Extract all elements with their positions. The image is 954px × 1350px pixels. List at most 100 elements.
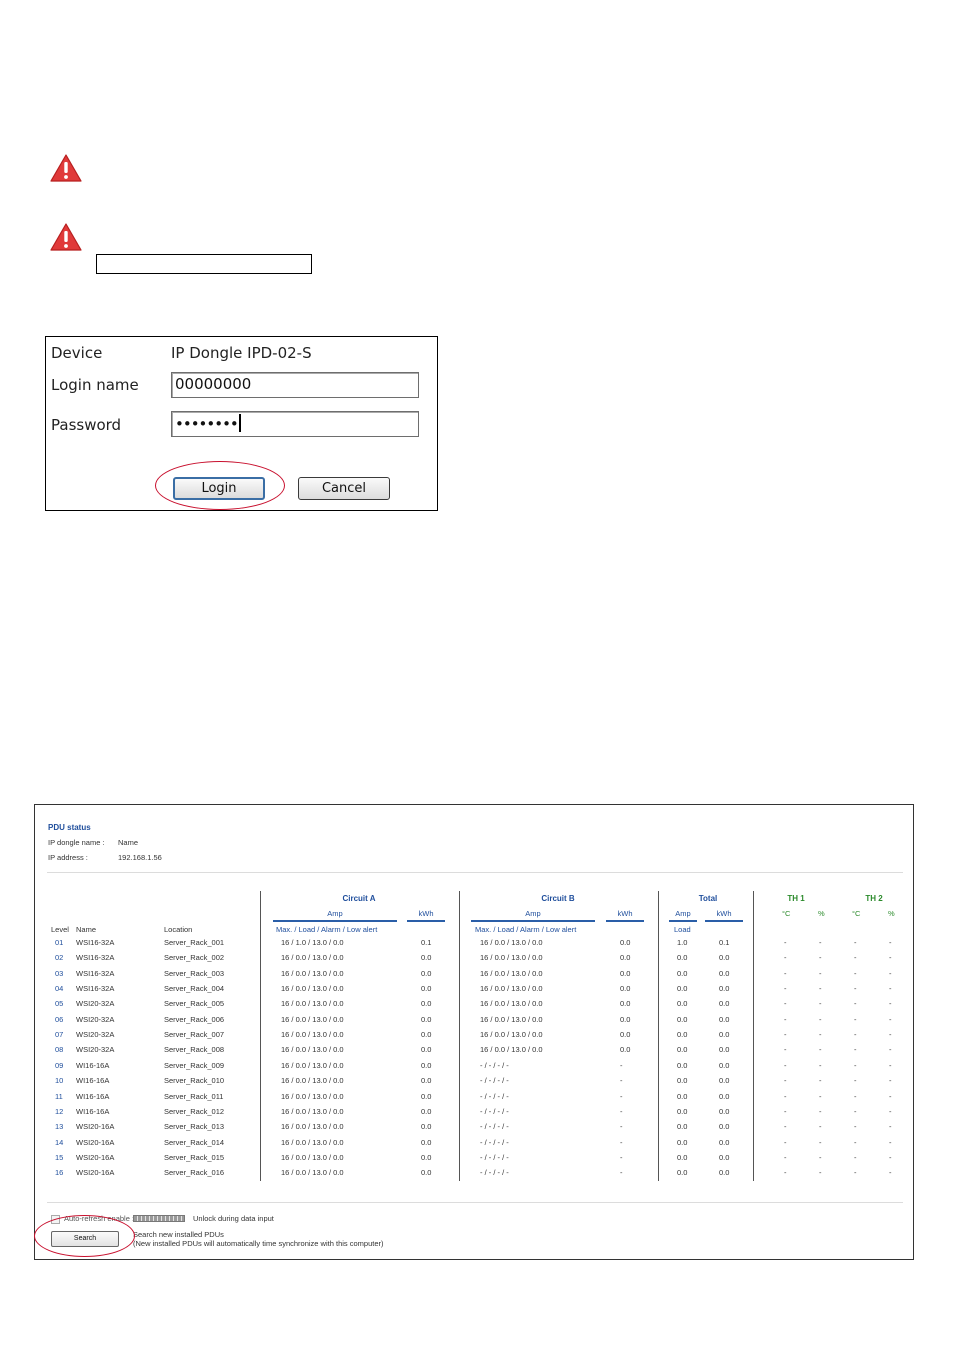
cell-circuit-a-kwh: 0.0 [421, 1014, 432, 1024]
cell-th1: - [819, 938, 822, 947]
cell-level: 04 [55, 984, 64, 994]
underline [273, 920, 397, 922]
cell-circuit-a-kwh: 0.0 [421, 1045, 432, 1055]
cell-circuit-a: 16 / 0.0 / 13.0 / 0.0 [281, 1014, 344, 1024]
cell-th2: - [889, 938, 892, 947]
cell-th2: - [889, 1152, 892, 1162]
cell-th2: - [854, 1122, 857, 1132]
login-highlight-ellipse [155, 461, 285, 510]
cell-th2: - [854, 1045, 857, 1055]
cell-circuit-a-kwh: 0.0 [421, 968, 432, 978]
cell-level: 15 [55, 1152, 64, 1162]
cell-th1: - [819, 1030, 822, 1040]
cell-circuit-b: - / - / - / - [480, 1106, 509, 1116]
cell-name: WSI20-16A [76, 1168, 115, 1178]
table-row: 04 WSI16-32A Server_Rack_004 16 / 0.0 / 13.… [35, 984, 915, 999]
cell-th2: - [854, 1168, 857, 1178]
cell-level: 06 [55, 1014, 64, 1024]
cell-circuit-a-kwh: 0.0 [421, 1168, 432, 1178]
cell-circuit-b-kwh: - [620, 1091, 623, 1101]
text-caret [238, 414, 241, 432]
cell-total-load: 0.0 [677, 984, 688, 994]
table-row: 01 WSI16-32A Server_Rack_001 16 / 1.0 / 13.… [35, 938, 915, 953]
cell-th1: - [819, 1076, 822, 1086]
cell-circuit-b-kwh: 0.0 [620, 1045, 631, 1055]
ip-address-value: 192.168.1.56 [118, 853, 162, 862]
total-header: Total [698, 894, 718, 903]
th1-celsius: °C [782, 909, 791, 918]
cell-th1: - [784, 1122, 787, 1132]
cell-circuit-a-kwh: 0.0 [421, 1106, 432, 1116]
cell-name: WSI16-32A [76, 938, 115, 947]
cell-th2: - [854, 1091, 857, 1101]
cell-th1: - [784, 1152, 787, 1162]
cell-circuit-a: 16 / 0.0 / 13.0 / 0.0 [281, 953, 344, 963]
cell-th1: - [784, 968, 787, 978]
cell-total-kwh: 0.0 [719, 1076, 730, 1086]
cell-circuit-a-kwh: 0.0 [421, 1030, 432, 1040]
cell-total-kwh: 0.0 [719, 1091, 730, 1101]
cell-th1: - [819, 1045, 822, 1055]
cell-total-load: 0.0 [677, 1030, 688, 1040]
cell-th2: - [889, 968, 892, 978]
cell-th2: - [854, 984, 857, 994]
cell-total-kwh: 0.0 [719, 1122, 730, 1132]
unlock-text: Unlock during data input [193, 1214, 274, 1223]
cell-location: Server_Rack_015 [164, 1152, 225, 1162]
empty-box [96, 254, 312, 274]
cell-th2: - [854, 1137, 857, 1147]
cell-circuit-a-kwh: 0.0 [421, 999, 432, 1009]
cell-level: 14 [55, 1137, 64, 1147]
ip-address-label: IP address : [48, 853, 88, 862]
password-input[interactable]: •••••••• [171, 411, 419, 437]
cell-circuit-a: 16 / 0.0 / 13.0 / 0.0 [281, 999, 344, 1009]
cell-th1: - [784, 1060, 787, 1070]
cell-name: WI16-16A [76, 1106, 110, 1116]
cell-circuit-b-kwh: - [620, 1076, 623, 1086]
cell-circuit-b-kwh: 0.0 [620, 938, 631, 947]
cell-name: WI16-16A [76, 1060, 110, 1070]
cell-th2: - [889, 953, 892, 963]
cell-location: Server_Rack_006 [164, 1014, 225, 1024]
cell-th1: - [784, 953, 787, 963]
cell-total-kwh: 0.0 [719, 1060, 730, 1070]
total-amp: Amp [675, 909, 691, 918]
cell-th2: - [889, 1030, 892, 1040]
th1-header: TH 1 [787, 894, 805, 903]
circuit-a-header: Circuit A [342, 894, 376, 903]
cell-level: 12 [55, 1106, 64, 1116]
cell-th1: - [784, 984, 787, 994]
cell-th1: - [819, 1091, 822, 1101]
pdu-status-title: PDU status [48, 823, 91, 832]
cancel-button[interactable]: Cancel [298, 477, 390, 500]
cell-th1: - [784, 1030, 787, 1040]
cell-level: 05 [55, 999, 64, 1009]
cell-circuit-b: - / - / - / - [480, 1060, 509, 1070]
cell-location: Server_Rack_013 [164, 1122, 225, 1132]
cell-circuit-b: - / - / - / - [480, 1137, 509, 1147]
cell-level: 16 [55, 1168, 64, 1178]
password-value: •••••••• [175, 415, 239, 433]
cell-total-load: 0.0 [677, 1137, 688, 1147]
cell-location: Server_Rack_004 [164, 984, 225, 994]
search-hint-1: Search new installed PDUs [133, 1230, 224, 1239]
cell-location: Server_Rack_007 [164, 1030, 225, 1040]
cell-circuit-a-kwh: 0.0 [421, 984, 432, 994]
cell-name: WSI20-16A [76, 1152, 115, 1162]
cell-circuit-a: 16 / 0.0 / 13.0 / 0.0 [281, 1137, 344, 1147]
table-row: 05 WSI20-32A Server_Rack_005 16 / 0.0 / 13.… [35, 999, 915, 1014]
col-location: Location [164, 925, 193, 934]
cell-circuit-b-kwh: 0.0 [620, 999, 631, 1009]
cell-circuit-a-kwh: 0.0 [421, 1091, 432, 1101]
cell-th1: - [784, 1076, 787, 1086]
cell-total-kwh: 0.0 [719, 984, 730, 994]
cell-total-load: 0.0 [677, 953, 688, 963]
underline [471, 920, 595, 922]
dongle-name-label: IP dongle name : [48, 838, 105, 847]
cell-th1: - [819, 953, 822, 963]
dongle-name-value: Name [118, 838, 139, 847]
cell-name: WI16-16A [76, 1076, 110, 1086]
login-name-input[interactable]: 00000000 [171, 372, 419, 398]
cell-circuit-b: 16 / 0.0 / 13.0 / 0.0 [480, 968, 543, 978]
cell-total-kwh: 0.0 [719, 1045, 730, 1055]
